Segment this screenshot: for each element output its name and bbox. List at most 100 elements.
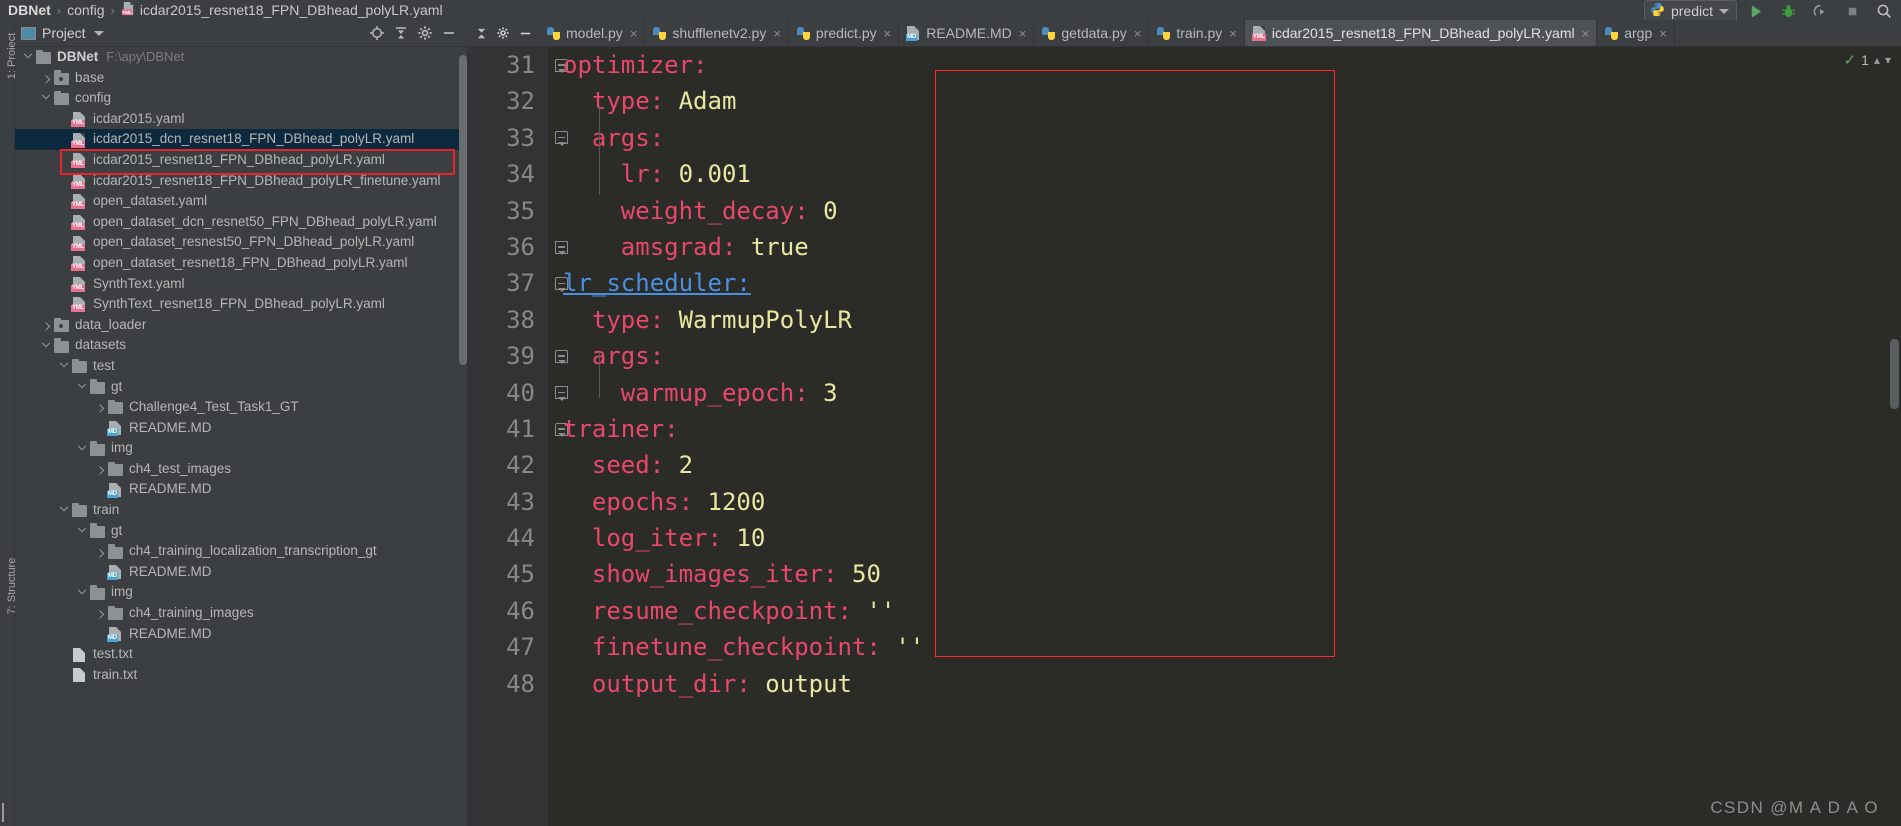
tree-row[interactable]: MD README.MD (15, 624, 467, 645)
tree-row[interactable]: MD README.MD (15, 418, 467, 439)
close-icon[interactable]: × (630, 26, 638, 41)
tree-row[interactable]: YML icdar2015_resnet18_FPN_DBhead_polyLR_… (15, 171, 467, 192)
tree-row[interactable]: YML open_dataset_dcn_resnet50_FPN_DBhead_… (15, 212, 467, 233)
editor-tab[interactable]: model.py × (539, 20, 646, 46)
project-tree-scrollbar[interactable] (459, 55, 467, 365)
chevron-right-icon[interactable] (93, 545, 106, 558)
code-line[interactable]: 33 args: (467, 120, 1901, 156)
tree-row[interactable]: train.txt (15, 665, 467, 686)
panel-chevron-down-icon[interactable] (93, 30, 104, 36)
tree-row[interactable]: YML SynthText.yaml (15, 274, 467, 295)
inspection-down-icon[interactable]: ▾ (1885, 53, 1891, 67)
chevron-down-icon[interactable] (75, 585, 88, 599)
editor-tab[interactable]: getdata.py × (1034, 20, 1150, 46)
chevron-down-icon[interactable] (57, 503, 70, 517)
chevron-right-icon[interactable] (39, 319, 52, 332)
close-icon[interactable]: × (1659, 26, 1667, 41)
chevron-right-icon[interactable] (93, 607, 106, 620)
tree-row[interactable]: YML open_dataset.yaml (15, 191, 467, 212)
tree-row[interactable]: ch4_test_images (15, 459, 467, 480)
close-icon[interactable]: × (773, 26, 781, 41)
tree-row[interactable]: config (15, 88, 467, 109)
tree-row[interactable]: YML icdar2015_dcn_resnet18_FPN_DBhead_pol… (15, 129, 467, 150)
tree-row[interactable]: MD README.MD (15, 562, 467, 583)
editor-tab[interactable]: argp × (1597, 20, 1675, 46)
close-icon[interactable]: × (1229, 26, 1237, 41)
tree-row[interactable]: test.txt (15, 644, 467, 665)
tree-row[interactable]: gt (15, 521, 467, 542)
chevron-down-icon[interactable] (75, 523, 88, 537)
chevron-down-icon[interactable] (75, 379, 88, 393)
code-line[interactable]: 46 resume_checkpoint: '' (467, 593, 1901, 629)
close-icon[interactable]: × (1582, 26, 1590, 41)
close-icon[interactable]: × (1134, 26, 1142, 41)
code-line[interactable]: 40 warmup_epoch: 3 (467, 375, 1901, 411)
expand-all-icon[interactable] (470, 20, 492, 46)
close-icon[interactable]: × (1019, 26, 1027, 41)
chevron-right-icon[interactable] (39, 71, 52, 84)
tree-row[interactable]: YML icdar2015.yaml (15, 109, 467, 130)
inspection-widget[interactable]: ✓ 1 ▴ ▾ (1844, 51, 1891, 69)
code-content[interactable]: 31 optimizer: 32 type: Adam 33 args: 34 lr: … (467, 47, 1901, 702)
inspection-up-icon[interactable]: ▴ (1874, 53, 1880, 67)
project-panel-title[interactable]: Project (42, 25, 86, 41)
tree-row[interactable]: ch4_training_images (15, 603, 467, 624)
code-line[interactable]: 47 finetune_checkpoint: '' (467, 629, 1901, 665)
breadcrumb-project[interactable]: DBNet (8, 2, 51, 18)
editor-tab[interactable]: shufflenetv2.py × (645, 20, 789, 46)
breadcrumb-file[interactable]: icdar2015_resnet18_FPN_DBhead_polyLR.yam… (140, 2, 443, 18)
code-line[interactable]: 39 args: (467, 338, 1901, 374)
tree-row[interactable]: data_loader (15, 315, 467, 336)
editor-tab[interactable]: YML icdar2015_resnet18_FPN_DBhead_polyLR.… (1244, 20, 1598, 46)
tree-row[interactable]: YML open_dataset_resnet18_FPN_DBhead_poly… (15, 253, 467, 274)
tree-row[interactable]: YML icdar2015_resnet18_FPN_DBhead_polyLR.… (15, 150, 467, 171)
editor-scrollbar-thumb[interactable] (1890, 339, 1899, 409)
tree-row[interactable]: ch4_training_localization_transcription_… (15, 541, 467, 562)
hide-editor-icon[interactable] (514, 20, 536, 46)
editor-tab[interactable]: train.py × (1149, 20, 1245, 46)
code-line[interactable]: 45 show_images_iter: 50 (467, 556, 1901, 592)
code-line[interactable]: 41 trainer: (467, 411, 1901, 447)
tree-row[interactable]: img (15, 438, 467, 459)
tree-row[interactable]: YML SynthText_resnet18_FPN_DBhead_polyLR.… (15, 294, 467, 315)
breadcrumb-folder[interactable]: config (67, 2, 104, 18)
tree-row[interactable]: test (15, 356, 467, 377)
chevron-right-icon[interactable] (93, 401, 106, 414)
code-line[interactable]: 34 lr: 0.001 (467, 156, 1901, 192)
editor-gear-icon[interactable] (492, 20, 514, 46)
tree-row[interactable]: base (15, 68, 467, 89)
close-icon[interactable]: × (884, 26, 892, 41)
editor-tab[interactable]: MD README.MD × (899, 20, 1035, 46)
tree-row[interactable]: gt (15, 377, 467, 398)
code-line[interactable]: 35 weight_decay: 0 (467, 193, 1901, 229)
code-line[interactable]: 48 output_dir: output (467, 666, 1901, 702)
project-tree[interactable]: DBNet F:\apy\DBNet base config YML icdar2015.… (15, 47, 467, 826)
collapse-all-icon[interactable] (389, 22, 413, 44)
chevron-right-icon[interactable] (93, 463, 106, 476)
code-line[interactable]: 38 type: WarmupPolyLR (467, 302, 1901, 338)
tree-row[interactable]: MD README.MD (15, 479, 467, 500)
code-line[interactable]: 42 seed: 2 (467, 447, 1901, 483)
code-line[interactable]: 37 lr_scheduler: (467, 265, 1901, 301)
tree-row[interactable]: train (15, 500, 467, 521)
code-line[interactable]: 36 amsgrad: true (467, 229, 1901, 265)
gear-icon[interactable] (413, 22, 437, 44)
code-line[interactable]: 32 type: Adam (467, 83, 1901, 119)
code-line[interactable]: 31 optimizer: (467, 47, 1901, 83)
chevron-down-icon[interactable] (39, 91, 52, 105)
code-editor[interactable]: 31 optimizer: 32 type: Adam 33 args: 34 lr: … (467, 47, 1901, 826)
locate-file-icon[interactable] (365, 22, 389, 44)
tree-row[interactable]: img (15, 582, 467, 603)
code-line[interactable]: 43 epochs: 1200 (467, 484, 1901, 520)
tree-row[interactable]: YML open_dataset_resnest50_FPN_DBhead_pol… (15, 232, 467, 253)
chevron-down-icon[interactable] (75, 441, 88, 455)
code-line[interactable]: 44 log_iter: 10 (467, 520, 1901, 556)
tree-row[interactable]: datasets (15, 335, 467, 356)
chevron-down-icon[interactable] (57, 359, 70, 373)
chevron-down-icon[interactable] (21, 50, 34, 64)
chevron-down-icon[interactable] (39, 338, 52, 352)
tree-row[interactable]: DBNet F:\apy\DBNet (15, 47, 467, 68)
terminal-icon[interactable] (2, 803, 4, 822)
editor-tab[interactable]: predict.py × (789, 20, 900, 46)
hide-panel-icon[interactable] (437, 22, 461, 44)
